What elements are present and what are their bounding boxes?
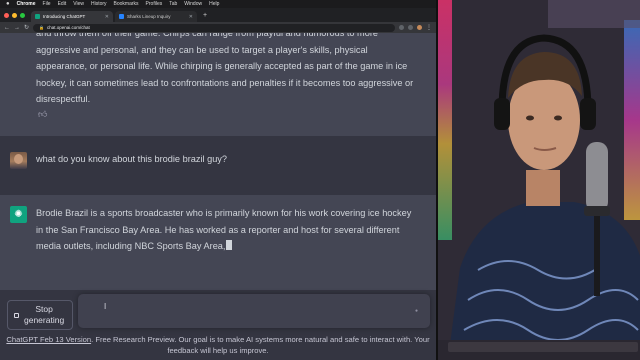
assistant-message-text: Brodie Brazil is a sports broadcaster wh…: [36, 205, 416, 255]
tab-title: Introducing ChatGPT: [43, 14, 86, 19]
openai-favicon-icon: [35, 14, 40, 19]
reload-icon[interactable]: ↻: [24, 24, 29, 31]
lock-icon: 🔒: [39, 25, 45, 30]
menu-history[interactable]: History: [91, 1, 107, 7]
thumbs-up-icon[interactable]: 👍︎: [38, 109, 47, 120]
menu-app-name[interactable]: Chrome: [17, 1, 36, 7]
minimize-window-icon[interactable]: [12, 13, 17, 18]
stop-generating-label: Stop generating: [24, 304, 64, 326]
apple-menu-icon[interactable]: ●: [6, 1, 10, 7]
window-controls: [4, 13, 25, 18]
tab-sharks-lineup[interactable]: Sharks Lineup Inquiry ✕: [115, 11, 197, 22]
user-avatar: [10, 152, 27, 169]
webcam-video: [436, 0, 640, 360]
stop-generating-button[interactable]: Stop generating: [7, 300, 73, 330]
menu-bar: ● Chrome File Edit View History Bookmark…: [0, 0, 436, 8]
new-tab-icon[interactable]: +: [203, 12, 207, 19]
forward-icon[interactable]: →: [14, 25, 20, 31]
composer: Stop generating I ●: [0, 290, 436, 332]
stop-label-line2: generating: [24, 315, 65, 325]
maximize-window-icon[interactable]: [20, 13, 25, 18]
footer-disclaimer: ChatGPT Feb 13 Version. Free Research Pr…: [0, 332, 436, 360]
extension-icon[interactable]: [399, 25, 404, 30]
tab-introducing-chatgpt[interactable]: Introducing ChatGPT ✕: [31, 11, 113, 22]
text-cursor-icon: I: [104, 302, 107, 311]
menu-view[interactable]: View: [73, 1, 84, 7]
user-message: what do you know about this brodie brazi…: [0, 136, 436, 195]
assistant-message-previous: and throw them off their game. Chirps ca…: [0, 33, 436, 136]
user-message-text: what do you know about this brodie brazi…: [36, 154, 228, 164]
back-icon[interactable]: ←: [4, 25, 10, 31]
webcam-scene: [438, 0, 640, 360]
assistant-message-current: ✺ Brodie Brazil is a sports broadcaster …: [0, 195, 436, 290]
menu-profiles[interactable]: Profiles: [146, 1, 163, 7]
address-bar[interactable]: 🔒 chat.openai.com/chat: [33, 23, 395, 32]
url-text: chat.openai.com/chat: [47, 25, 90, 30]
version-link[interactable]: ChatGPT Feb 13 Version: [6, 335, 91, 344]
menu-bookmarks[interactable]: Bookmarks: [114, 1, 139, 7]
assistant-stream-text: Brodie Brazil is a sports broadcaster wh…: [36, 208, 412, 251]
menu-help[interactable]: Help: [209, 1, 219, 7]
tab-strip: Introducing ChatGPT ✕ Sharks Lineup Inqu…: [0, 8, 436, 22]
tab-title: Sharks Lineup Inquiry: [127, 14, 171, 19]
extension-icon[interactable]: [408, 25, 413, 30]
close-tab-icon[interactable]: ✕: [105, 14, 109, 20]
menu-edit[interactable]: Edit: [58, 1, 67, 7]
close-window-icon[interactable]: [4, 13, 9, 18]
page-favicon-icon: [119, 14, 124, 19]
address-toolbar: ← → ↻ 🔒 chat.openai.com/chat ⋮: [0, 22, 436, 33]
profile-avatar[interactable]: [417, 25, 422, 30]
assistant-message-text: and throw them off their game. Chirps ca…: [36, 33, 414, 104]
footer-text: . Free Research Preview. Our goal is to …: [91, 335, 430, 355]
send-icon[interactable]: ●: [415, 308, 418, 314]
menu-window[interactable]: Window: [184, 1, 202, 7]
stop-label-line1: Stop: [35, 304, 53, 314]
close-tab-icon[interactable]: ✕: [189, 14, 193, 20]
typing-cursor: [226, 240, 233, 250]
more-menu-icon[interactable]: ⋮: [426, 24, 432, 31]
menu-tab[interactable]: Tab: [169, 1, 177, 7]
message-input[interactable]: I ●: [78, 294, 430, 328]
openai-logo-icon: ✺: [10, 206, 27, 223]
menu-file[interactable]: File: [43, 1, 51, 7]
stop-icon: [14, 312, 19, 318]
